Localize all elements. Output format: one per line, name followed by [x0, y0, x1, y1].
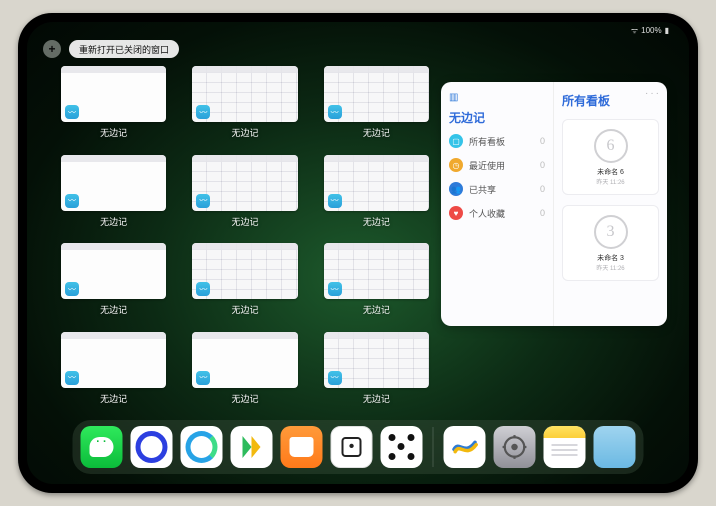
category-label: 最近使用 — [469, 159, 505, 172]
window-thumbnail: 〰 — [61, 155, 166, 211]
window-thumbnail: 〰 — [324, 155, 429, 211]
board-card[interactable]: 3 未命名 3昨天 11:26 — [562, 205, 659, 281]
category-count: 0 — [540, 208, 545, 218]
board-timestamp: 昨天 11:26 — [596, 177, 624, 186]
ipad-device: ᯤ 100% ▮ + 重新打开已关闭的窗口 〰无边记〰无边记〰无边记〰无边记〰无… — [18, 13, 698, 493]
board-name: 未命名 6 — [597, 167, 624, 177]
window-thumbnail: 〰 — [61, 332, 166, 388]
category-row[interactable]: ▢ 所有看板 0 — [449, 134, 545, 148]
window-thumbnail: 〰 — [324, 332, 429, 388]
window-label: 无边记 — [363, 126, 390, 139]
window-thumbnail: 〰 — [324, 66, 429, 122]
window-label: 无边记 — [231, 215, 258, 228]
category-row[interactable]: ♥ 个人收藏 0 — [449, 206, 545, 220]
freeform-app-icon: 〰 — [196, 194, 210, 208]
window-label: 无边记 — [363, 303, 390, 316]
freeform-app-icon: 〰 — [65, 371, 79, 385]
window-tile[interactable]: 〰无边记 — [192, 243, 297, 318]
battery-icon: ▮ — [665, 26, 669, 35]
category-icon: 👥 — [449, 182, 463, 196]
freeform-app-icon: 〰 — [328, 105, 342, 119]
dock-app-graph[interactable] — [381, 426, 423, 468]
battery-percent: 100% — [641, 26, 661, 35]
freeform-app-icon: 〰 — [196, 371, 210, 385]
category-icon: ▢ — [449, 134, 463, 148]
freeform-app-icon: 〰 — [196, 282, 210, 296]
window-tile[interactable]: 〰无边记 — [324, 155, 429, 230]
freeform-app-icon: 〰 — [65, 194, 79, 208]
category-count: 0 — [540, 136, 545, 146]
category-icon: ◷ — [449, 158, 463, 172]
window-tile[interactable]: 〰无边记 — [324, 243, 429, 318]
panel-title: 无边记 — [449, 109, 545, 126]
window-label: 无边记 — [363, 215, 390, 228]
window-label: 无边记 — [100, 126, 127, 139]
window-tile[interactable]: 〰无边记 — [324, 332, 429, 407]
board-timestamp: 昨天 11:26 — [596, 263, 624, 272]
freeform-sidebar-window[interactable]: ▥ ··· 无边记 ▢所有看板0◷最近使用0👥已共享0♥个人收藏0 所有看板 6… — [441, 82, 667, 326]
new-window-button[interactable]: + — [43, 40, 61, 58]
window-label: 无边记 — [231, 392, 258, 405]
window-thumbnail: 〰 — [192, 332, 297, 388]
freeform-app-icon: 〰 — [65, 105, 79, 119]
window-label: 无边记 — [231, 126, 258, 139]
app-expose-grid: 〰无边记〰无边记〰无边记〰无边记〰无边记〰无边记〰无边记〰无边记〰无边记〰无边记… — [61, 66, 429, 406]
dock-separator — [433, 427, 434, 467]
category-row[interactable]: ◷ 最近使用 0 — [449, 158, 545, 172]
wifi-icon: ᯤ — [631, 25, 638, 36]
category-row[interactable]: 👥 已共享 0 — [449, 182, 545, 196]
board-name: 未命名 3 — [597, 253, 624, 263]
window-label: 无边记 — [100, 215, 127, 228]
window-label: 无边记 — [100, 303, 127, 316]
dock-app-settings[interactable] — [494, 426, 536, 468]
category-label: 已共享 — [469, 183, 496, 196]
freeform-app-icon: 〰 — [328, 194, 342, 208]
dock — [73, 420, 644, 474]
dock-app-folder[interactable] — [594, 426, 636, 468]
sidebar-toggle-icon[interactable]: ▥ — [449, 92, 458, 103]
window-thumbnail: 〰 — [192, 243, 297, 299]
window-tile[interactable]: 〰无边记 — [61, 155, 166, 230]
freeform-app-icon: 〰 — [328, 282, 342, 296]
freeform-app-icon: 〰 — [196, 105, 210, 119]
status-bar: ᯤ 100% ▮ — [27, 22, 689, 38]
reopen-closed-window-button[interactable]: 重新打开已关闭的窗口 — [69, 40, 179, 58]
window-thumbnail: 〰 — [61, 66, 166, 122]
category-label: 个人收藏 — [469, 207, 505, 220]
window-label: 无边记 — [363, 392, 390, 405]
category-count: 0 — [540, 160, 545, 170]
category-label: 所有看板 — [469, 135, 505, 148]
category-icon: ♥ — [449, 206, 463, 220]
dock-app-books[interactable] — [281, 426, 323, 468]
category-count: 0 — [540, 184, 545, 194]
freeform-app-icon: 〰 — [328, 371, 342, 385]
dock-app-play[interactable] — [231, 426, 273, 468]
window-thumbnail: 〰 — [324, 243, 429, 299]
window-tile[interactable]: 〰无边记 — [324, 66, 429, 141]
window-thumbnail: 〰 — [192, 66, 297, 122]
dock-app-quark[interactable] — [131, 426, 173, 468]
dock-app-freeform[interactable] — [444, 426, 486, 468]
window-thumbnail: 〰 — [192, 155, 297, 211]
board-glyph: 6 — [594, 129, 628, 163]
dock-app-game[interactable] — [331, 426, 373, 468]
window-tile[interactable]: 〰无边记 — [192, 66, 297, 141]
freeform-app-icon: 〰 — [65, 282, 79, 296]
window-tile[interactable]: 〰无边记 — [61, 243, 166, 318]
window-label: 无边记 — [231, 303, 258, 316]
dock-app-qqbrowser[interactable] — [181, 426, 223, 468]
window-tile[interactable]: 〰无边记 — [61, 332, 166, 407]
window-tile[interactable]: 〰无边记 — [192, 332, 297, 407]
board-card[interactable]: 6 未命名 6昨天 11:26 — [562, 119, 659, 195]
window-label: 无边记 — [100, 392, 127, 405]
dock-app-wechat[interactable] — [81, 426, 123, 468]
window-tile[interactable]: 〰无边记 — [61, 66, 166, 141]
dock-app-notes[interactable] — [544, 426, 586, 468]
screen: ᯤ 100% ▮ + 重新打开已关闭的窗口 〰无边记〰无边记〰无边记〰无边记〰无… — [27, 22, 689, 484]
more-icon[interactable]: ··· — [645, 88, 661, 99]
board-glyph: 3 — [594, 215, 628, 249]
window-tile[interactable]: 〰无边记 — [192, 155, 297, 230]
window-thumbnail: 〰 — [61, 243, 166, 299]
